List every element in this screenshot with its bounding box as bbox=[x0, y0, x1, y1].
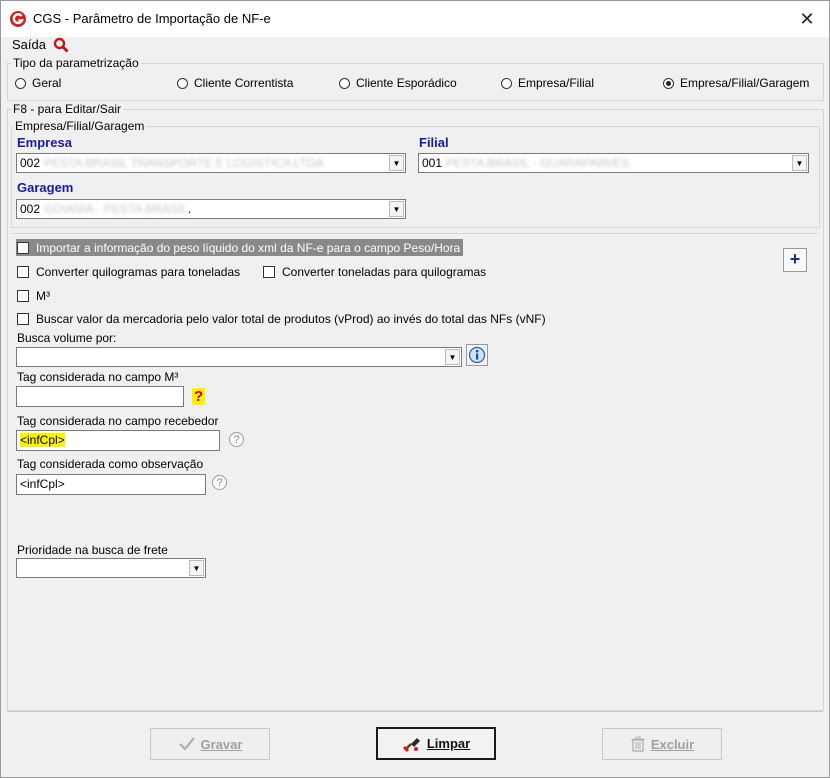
window-title: CGS - Parâmetro de Importação de NF-e bbox=[33, 11, 271, 26]
bottom-separator bbox=[7, 711, 823, 712]
gravar-label: Gravar bbox=[200, 736, 243, 752]
filial-select[interactable]: 001 PESTA BRASIL - GUARAPARI/ES ▼ bbox=[418, 153, 809, 173]
radio-empresa-filial-garagem-label: Empresa/Filial/Garagem bbox=[680, 76, 810, 90]
tag-recebedor-input[interactable]: <infCpl> bbox=[16, 430, 220, 451]
tag-m3-label: Tag considerada no campo M³ bbox=[17, 370, 179, 384]
empresa-filial-garagem-legend: Empresa/Filial/Garagem bbox=[13, 119, 147, 133]
tag-recebedor-value: <infCpl> bbox=[20, 433, 65, 447]
empresa-select[interactable]: 002 PESTA BRASIL TRANSPORTE E LOGISTICA L… bbox=[16, 153, 406, 173]
check-m3[interactable]: M³ bbox=[17, 289, 50, 303]
tag-obs-label: Tag considerada como observação bbox=[17, 457, 204, 471]
check-ton-kg[interactable]: Converter toneladas para quilogramas bbox=[263, 265, 486, 279]
empresa-code: 002 bbox=[20, 156, 41, 170]
busca-volume-dropdown-icon[interactable]: ▼ bbox=[445, 349, 460, 365]
check-importar-peso[interactable]: Importar a informação do peso líquido do… bbox=[17, 241, 460, 255]
check-kg-ton[interactable]: Converter quilogramas para toneladas bbox=[17, 265, 240, 279]
garagem-code: 002 bbox=[20, 202, 41, 216]
radio-geral-label: Geral bbox=[32, 76, 62, 90]
check-vprod-box[interactable] bbox=[17, 313, 29, 325]
info-icon bbox=[468, 346, 486, 364]
menu-saida[interactable]: Saída bbox=[12, 37, 46, 52]
radio-cliente-correntista-dot[interactable] bbox=[177, 77, 188, 89]
garagem-name: GOIANIA - PESTA BRASIL bbox=[44, 202, 188, 216]
radio-cliente-esporadico-label: Cliente Esporádico bbox=[356, 76, 457, 90]
empresa-label: Empresa bbox=[17, 135, 72, 150]
check-vprod[interactable]: Buscar valor da mercadoria pelo valor to… bbox=[17, 312, 546, 326]
garagem-suffix: . bbox=[187, 202, 192, 216]
prioridade-label: Prioridade na busca de frete bbox=[17, 543, 168, 557]
radio-empresa-filial-dot[interactable] bbox=[501, 77, 512, 89]
radio-cliente-esporadico-dot[interactable] bbox=[339, 77, 350, 89]
prioridade-select[interactable]: ▼ bbox=[16, 558, 206, 578]
check-ton-kg-label: Converter toneladas para quilogramas bbox=[282, 265, 487, 279]
help-m3-glyph: ? bbox=[192, 388, 206, 405]
check-kg-ton-label: Converter quilogramas para toneladas bbox=[36, 265, 241, 279]
limpar-label: Limpar bbox=[426, 736, 471, 751]
prioridade-dropdown-icon[interactable]: ▼ bbox=[189, 560, 204, 576]
dialog-window: CGS - Parâmetro de Importação de NF-e ✕ … bbox=[0, 0, 830, 778]
check-m3-box[interactable] bbox=[17, 290, 29, 302]
radio-cliente-correntista[interactable]: Cliente Correntista bbox=[177, 76, 293, 90]
f8-legend: F8 - para Editar/Sair bbox=[11, 102, 124, 116]
filial-label: Filial bbox=[419, 135, 449, 150]
empresa-name: PESTA BRASIL TRANSPORTE E LOGISTICA LTDA bbox=[44, 156, 324, 170]
help-recebedor-icon[interactable]: ? bbox=[229, 432, 244, 447]
app-logo-icon bbox=[10, 11, 26, 27]
eraser-icon bbox=[402, 737, 420, 752]
radio-empresa-filial-garagem-dot[interactable] bbox=[663, 77, 674, 89]
tipo-parametrizacao-legend: Tipo da parametrização bbox=[11, 56, 141, 70]
tag-m3-input[interactable] bbox=[16, 386, 184, 407]
gravar-button[interactable]: Gravar bbox=[150, 728, 270, 760]
tag-recebedor-label: Tag considerada no campo recebedor bbox=[17, 414, 219, 428]
check-icon bbox=[178, 737, 195, 751]
tag-obs-input[interactable]: <infCpl> bbox=[16, 474, 206, 495]
close-button[interactable]: ✕ bbox=[796, 9, 818, 29]
section-divider bbox=[11, 233, 818, 234]
empresa-dropdown-icon[interactable]: ▼ bbox=[389, 155, 404, 171]
excluir-button[interactable]: Excluir bbox=[602, 728, 722, 760]
help-obs-icon[interactable]: ? bbox=[212, 475, 227, 490]
info-button[interactable] bbox=[466, 344, 488, 366]
radio-geral-dot[interactable] bbox=[15, 77, 26, 89]
excluir-label: Excluir bbox=[650, 736, 695, 752]
filial-dropdown-icon[interactable]: ▼ bbox=[792, 155, 807, 171]
radio-empresa-filial[interactable]: Empresa/Filial bbox=[501, 76, 594, 90]
garagem-dropdown-icon[interactable]: ▼ bbox=[389, 201, 404, 217]
radio-geral[interactable]: Geral bbox=[15, 76, 61, 90]
check-importar-peso-label: Importar a informação do peso líquido do… bbox=[36, 241, 461, 255]
check-kg-ton-box[interactable] bbox=[17, 266, 29, 278]
busca-volume-select[interactable]: ▼ bbox=[16, 347, 462, 367]
filial-name: PESTA BRASIL - GUARAPARI/ES bbox=[446, 156, 630, 170]
check-vprod-label: Buscar valor da mercadoria pelo valor to… bbox=[36, 312, 546, 326]
filial-code: 001 bbox=[422, 156, 443, 170]
limpar-button[interactable]: Limpar bbox=[376, 727, 496, 760]
check-ton-kg-box[interactable] bbox=[263, 266, 275, 278]
search-icon[interactable] bbox=[53, 37, 69, 53]
add-plus-button[interactable]: + bbox=[783, 248, 807, 272]
help-m3-icon[interactable]: ? bbox=[192, 388, 206, 405]
radio-cliente-correntista-label: Cliente Correntista bbox=[194, 76, 294, 90]
trash-icon bbox=[631, 736, 645, 752]
check-importar-peso-box[interactable] bbox=[17, 242, 29, 254]
radio-empresa-filial-garagem[interactable]: Empresa/Filial/Garagem bbox=[663, 76, 809, 90]
title-bar: CGS - Parâmetro de Importação de NF-e ✕ bbox=[1, 1, 829, 37]
check-m3-label: M³ bbox=[36, 289, 50, 303]
radio-cliente-esporadico[interactable]: Cliente Esporádico bbox=[339, 76, 457, 90]
radio-empresa-filial-label: Empresa/Filial bbox=[518, 76, 595, 90]
garagem-select[interactable]: 002 GOIANIA - PESTA BRASIL. ▼ bbox=[16, 199, 406, 219]
garagem-label: Garagem bbox=[17, 180, 74, 195]
busca-volume-label: Busca volume por: bbox=[17, 331, 117, 345]
